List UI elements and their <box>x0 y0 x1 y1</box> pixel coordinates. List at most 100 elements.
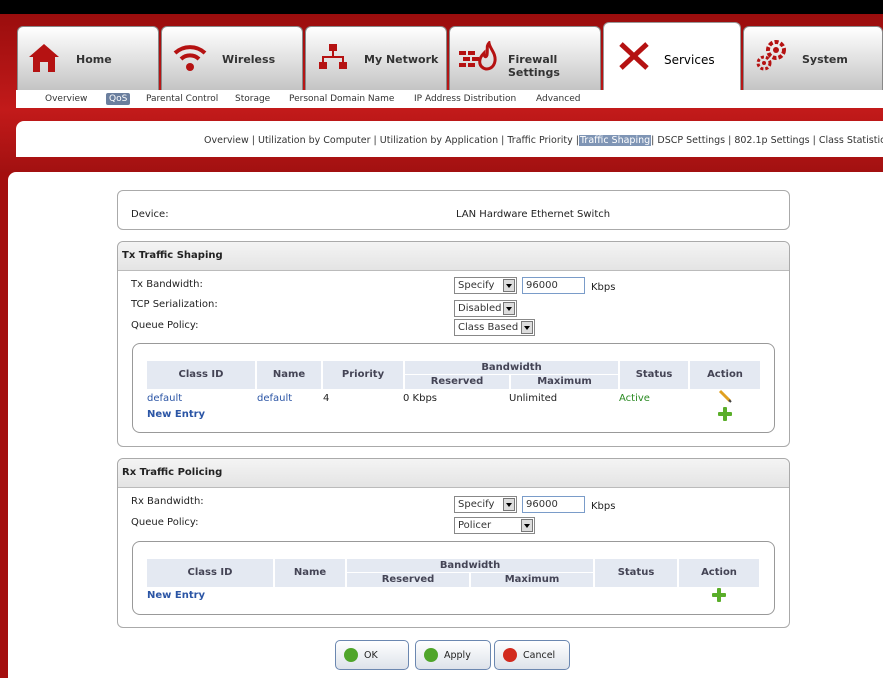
system-icon <box>756 40 786 71</box>
qos-link-overview[interactable]: Overview <box>204 135 249 146</box>
rx-class-table: Class ID Name Bandwidth Reserved Maximum… <box>132 541 775 615</box>
rx-queue-policy-label: Queue Policy: <box>131 517 199 528</box>
rx-panel-title: Rx Traffic Policing <box>118 459 789 488</box>
add-plus-icon[interactable] <box>718 407 732 421</box>
rx-queue-policy-select[interactable]: Policer <box>454 517 535 534</box>
tab-my-network[interactable]: My Network <box>305 26 447 90</box>
rx-bandwidth-unit: Kbps <box>591 501 616 512</box>
device-panel: Device: LAN Hardware Ethernet Switch <box>117 190 790 230</box>
add-plus-icon[interactable] <box>712 588 726 602</box>
qos-links-bar: Overview | Utilization by Computer | Uti… <box>16 121 883 157</box>
tcp-serialization-value: Disabled <box>458 303 502 314</box>
tx-col-action: Action <box>690 361 760 389</box>
tab-firewall-settings[interactable]: Firewall Settings <box>449 26 601 90</box>
rx-col-name: Name <box>275 559 345 587</box>
tx-panel-title: Tx Traffic Shaping <box>118 242 789 271</box>
edit-pencil-icon[interactable] <box>718 389 732 403</box>
device-label: Device: <box>131 209 169 220</box>
qos-link-8021p-settings[interactable]: 802.1p Settings <box>734 135 809 146</box>
rx-queue-policy-value: Policer <box>458 520 492 531</box>
subnav-storage[interactable]: Storage <box>235 94 270 104</box>
tcp-serialization-select[interactable]: Disabled <box>454 300 517 317</box>
tx-traffic-shaping-panel: Tx Traffic Shaping Tx Bandwidth: Specify… <box>117 241 790 447</box>
apply-icon <box>424 648 438 662</box>
firewall-icon <box>459 41 497 71</box>
tx-col-maximum: Maximum <box>511 375 618 389</box>
rx-col-bandwidth: Bandwidth <box>347 559 593 572</box>
tcp-serialization-label: TCP Serialization: <box>131 299 218 310</box>
rx-bandwidth-label: Rx Bandwidth: <box>131 496 204 507</box>
rx-col-reserved: Reserved <box>347 573 469 587</box>
tab-home-label: Home <box>76 53 112 66</box>
rx-new-entry-link[interactable]: New Entry <box>147 590 205 601</box>
ok-button-label: OK <box>364 650 378 661</box>
tx-row-priority: 4 <box>323 393 330 404</box>
home-icon <box>29 44 59 72</box>
cancel-button[interactable]: Cancel <box>494 640 570 670</box>
tab-home[interactable]: Home <box>17 26 159 90</box>
subnav-advanced[interactable]: Advanced <box>536 94 580 104</box>
tx-row-maximum: Unlimited <box>509 393 558 404</box>
subnav-ip-address-distribution[interactable]: IP Address Distribution <box>414 94 516 104</box>
tx-col-status: Status <box>620 361 688 389</box>
tx-row-name[interactable]: default <box>257 393 292 404</box>
network-icon <box>319 44 347 69</box>
device-value: LAN Hardware Ethernet Switch <box>456 209 611 220</box>
apply-button-label: Apply <box>444 650 471 661</box>
tx-queue-policy-label: Queue Policy: <box>131 320 199 331</box>
subnav-parental-control[interactable]: Parental Control <box>146 94 218 104</box>
chevron-down-icon <box>521 519 533 532</box>
tab-wireless[interactable]: Wireless <box>161 26 303 90</box>
apply-button[interactable]: Apply <box>415 640 491 670</box>
tx-bandwidth-label: Tx Bandwidth: <box>131 279 203 290</box>
services-icon <box>619 42 649 70</box>
tx-col-reserved: Reserved <box>405 375 509 389</box>
subnav-personal-domain-name[interactable]: Personal Domain Name <box>289 94 394 104</box>
chevron-down-icon <box>503 498 515 511</box>
rx-traffic-policing-panel: Rx Traffic Policing Rx Bandwidth: Specif… <box>117 458 790 628</box>
rx-col-maximum: Maximum <box>471 573 593 587</box>
tx-bandwidth-input[interactable]: 96000 <box>522 277 585 294</box>
tx-queue-policy-select[interactable]: Class Based <box>454 319 535 336</box>
tx-row-status: Active <box>619 393 650 404</box>
tx-col-priority: Priority <box>323 361 403 389</box>
qos-link-traffic-priority[interactable]: Traffic Priority <box>507 135 572 146</box>
rx-bandwidth-mode-value: Specify <box>458 499 495 510</box>
qos-link-utilization-by-application[interactable]: Utilization by Application <box>380 135 498 146</box>
tab-wireless-label: Wireless <box>222 53 276 66</box>
tab-my-network-label: My Network <box>364 53 439 66</box>
tab-firewall-label: Firewall Settings <box>508 53 560 79</box>
qos-link-traffic-shaping[interactable]: Traffic Shaping <box>579 135 652 146</box>
chevron-down-icon <box>503 302 515 315</box>
qos-link-dscp-settings[interactable]: DSCP Settings <box>657 135 725 146</box>
subnav-qos[interactable]: QoS <box>106 93 131 105</box>
tx-bandwidth-mode-select[interactable]: Specify <box>454 277 517 294</box>
wireless-icon <box>173 45 207 71</box>
tx-new-entry-link[interactable]: New Entry <box>147 409 205 420</box>
tab-services[interactable]: Services <box>603 22 741 92</box>
tx-bandwidth-mode-value: Specify <box>458 280 495 291</box>
ok-button[interactable]: OK <box>335 640 409 670</box>
chevron-down-icon <box>503 279 515 292</box>
tx-bandwidth-unit: Kbps <box>591 282 616 293</box>
tx-col-class-id: Class ID <box>147 361 255 389</box>
rx-bandwidth-mode-select[interactable]: Specify <box>454 496 517 513</box>
tx-row-class-id[interactable]: default <box>147 393 182 404</box>
tx-col-name: Name <box>257 361 321 389</box>
rx-col-class-id: Class ID <box>147 559 273 587</box>
cancel-button-label: Cancel <box>523 650 556 661</box>
tab-system-label: System <box>802 53 848 66</box>
check-icon <box>344 648 358 662</box>
tab-services-label: Services <box>664 53 715 67</box>
tx-class-table: Class ID Name Priority Bandwidth Reserve… <box>132 343 775 433</box>
tab-system[interactable]: System <box>743 26 883 90</box>
cancel-icon <box>503 648 517 662</box>
rx-bandwidth-input[interactable]: 96000 <box>522 496 585 513</box>
subnav-overview[interactable]: Overview <box>45 94 87 104</box>
chevron-down-icon <box>521 321 533 334</box>
rx-col-action: Action <box>679 559 759 587</box>
top-bar <box>0 0 883 14</box>
qos-link-utilization-by-computer[interactable]: Utilization by Computer <box>258 135 371 146</box>
tx-row-reserved: 0 Kbps <box>403 393 438 404</box>
qos-link-class-statistics[interactable]: Class Statistics <box>819 135 883 146</box>
